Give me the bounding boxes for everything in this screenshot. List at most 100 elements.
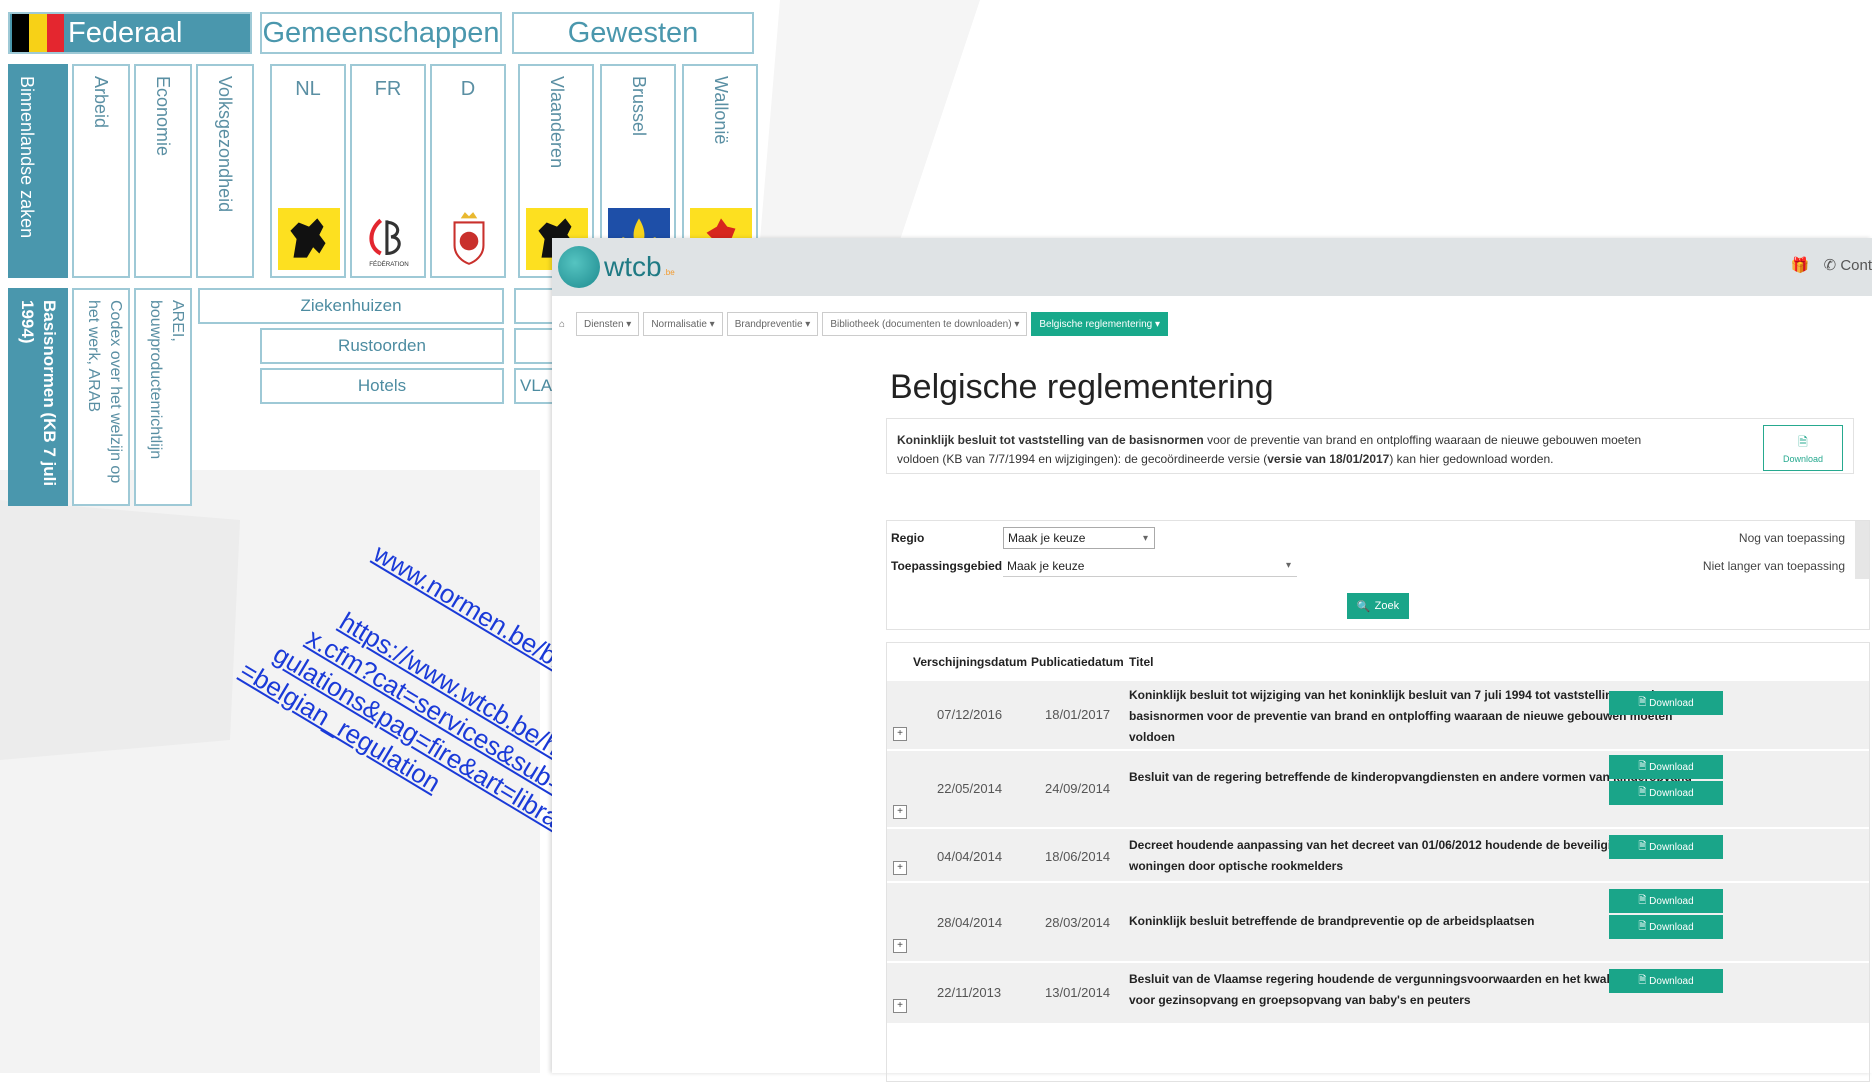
- header-publicatiedatum[interactable]: Publicatiedatum: [1031, 655, 1124, 669]
- contact-label: Cont: [1840, 257, 1872, 274]
- download-button[interactable]: 🗎 Download: [1609, 781, 1723, 805]
- intro-bold: Koninklijk besluit tot vaststelling van …: [897, 433, 1204, 447]
- gemeenschappen-header: Gemeenschappen: [260, 12, 502, 54]
- d-label: D: [460, 78, 476, 100]
- intro-download-label: Download: [1782, 453, 1824, 464]
- table-row: + 22/11/2013 13/01/2014 Besluit van de V…: [887, 961, 1869, 1023]
- header-titel[interactable]: Titel: [1129, 655, 1153, 669]
- download-button[interactable]: 🗎 Download: [1609, 969, 1723, 993]
- wtcb-logo[interactable]: wtcb .be: [558, 246, 675, 288]
- intro-box: Koninklijk besluit tot vaststelling van …: [886, 418, 1854, 474]
- row-verschijningsdatum: 07/12/2016: [937, 707, 1003, 722]
- codex-column: Codex over het welzijn op het werk, ARAB: [72, 288, 130, 506]
- brussel-label: Brussel: [629, 76, 649, 137]
- vlaanderen-label: Vlaanderen: [547, 76, 567, 169]
- download-button[interactable]: 🗎 Download: [1609, 691, 1723, 715]
- binnenlandse-zaken-label: Binnenlandse zaken: [17, 76, 37, 239]
- table-row: + 28/04/2014 28/03/2014 Koninklijk beslu…: [887, 881, 1869, 961]
- basisnormen-column: Basisnormen (KB 7 juli 1994): [8, 288, 68, 506]
- belgian-flag-icon: [12, 14, 64, 52]
- intro-end: ) kan hier gedownload worden.: [1389, 452, 1554, 466]
- download-label: Download: [1649, 761, 1694, 773]
- contact-link[interactable]: ✆ Cont: [1824, 256, 1872, 274]
- row-verschijningsdatum: 22/11/2013: [937, 985, 1002, 1000]
- wallonie-label: Wallonië: [711, 76, 731, 145]
- economie-column: Economie: [134, 64, 192, 278]
- wtcb-navbar: ⌂ Diensten ▾ Normalisatie ▾ Brandprevent…: [552, 308, 1872, 340]
- nav-brandpreventie[interactable]: Brandpreventie ▾: [726, 312, 819, 336]
- row-publicatiedatum: 18/01/2017: [1045, 707, 1111, 722]
- row-verschijningsdatum: 04/04/2014: [937, 849, 1003, 864]
- phone-icon: ✆: [1823, 257, 1837, 274]
- flemish-lion-icon: [278, 208, 340, 270]
- economie-label: Economie: [153, 76, 173, 157]
- fr-column: FR FÉDÉRATION: [350, 64, 426, 278]
- download-label: Download: [1649, 787, 1694, 799]
- intro-version: versie van 18/01/2017: [1267, 452, 1390, 466]
- regio-select[interactable]: Maak je keuze ▾: [1003, 527, 1155, 549]
- toepassingsgebied-select-value: Maak je keuze: [1007, 558, 1085, 573]
- file-icon: 🗎: [1638, 840, 1650, 852]
- search-icon: 🔍: [1356, 600, 1371, 613]
- nav-belgische-reglementering[interactable]: Belgische reglementering ▾: [1031, 312, 1168, 336]
- gift-icon[interactable]: 🎁: [1791, 256, 1810, 274]
- download-label: Download: [1649, 895, 1694, 907]
- nav-diensten[interactable]: Diensten ▾: [576, 312, 640, 336]
- svg-text:FÉDÉRATION: FÉDÉRATION: [369, 261, 408, 268]
- basisnormen-label: Basisnormen (KB 7 juli 1994): [18, 300, 59, 487]
- table-row: + 22/05/2014 24/09/2014 Besluit van de r…: [887, 749, 1869, 827]
- gewesten-header: Gewesten: [512, 12, 754, 54]
- chevron-down-icon: ▾: [1142, 532, 1148, 544]
- arbeid-label: Arbeid: [91, 76, 111, 129]
- download-label: Download: [1649, 841, 1694, 853]
- row-publicatiedatum: 13/01/2014: [1045, 985, 1111, 1000]
- gewesten-label: Gewesten: [567, 16, 699, 49]
- arei-label: AREI, bouwproductenrichtlijn: [147, 300, 186, 460]
- expand-icon[interactable]: +: [893, 727, 907, 741]
- expand-icon[interactable]: +: [893, 939, 907, 953]
- download-label: Download: [1649, 697, 1694, 709]
- arbeid-column: Arbeid: [72, 64, 130, 278]
- zoek-button[interactable]: 🔍 Zoek: [1347, 593, 1409, 619]
- intro-download-button[interactable]: 🗎 Download: [1763, 425, 1843, 471]
- regio-label: Regio: [891, 531, 925, 545]
- niet-langer-van-toepassing-option[interactable]: Niet langer van toepassing: [1703, 559, 1845, 573]
- rustoorden-row: Rustoorden: [260, 328, 504, 364]
- download-button[interactable]: 🗎 Download: [1609, 915, 1723, 939]
- expand-icon[interactable]: +: [893, 805, 907, 819]
- toepassingsgebied-label: Toepassingsgebied: [891, 559, 1003, 573]
- row-verschijningsdatum: 28/04/2014: [937, 915, 1003, 930]
- header-verschijningsdatum[interactable]: Verschijningsdatum: [913, 655, 1027, 669]
- fr-label: FR: [374, 78, 402, 100]
- row-publicatiedatum: 18/06/2014: [1045, 849, 1111, 864]
- filter-scrollbar[interactable]: [1855, 521, 1869, 579]
- toepassingsgebied-select[interactable]: Maak je keuze ▾: [1003, 555, 1297, 577]
- wtcb-webpage: wtcb .be 🎁 ✆ Cont ⌂ Diensten ▾ Normalisa…: [552, 238, 1872, 1082]
- codex-label: Codex over het welzijn op het werk, ARAB: [85, 300, 124, 484]
- filter-panel: Regio Maak je keuze ▾ Toepassingsgebied …: [886, 520, 1870, 630]
- wtcb-topbar: wtcb .be 🎁 ✆ Cont: [552, 238, 1872, 296]
- file-icon: 🗎: [1638, 894, 1650, 906]
- file-icon: 🗎: [1638, 760, 1650, 772]
- nog-van-toepassing-option[interactable]: Nog van toepassing: [1739, 531, 1845, 545]
- download-label: Download: [1649, 975, 1694, 987]
- binnenlandse-zaken-column: Binnenlandse zaken: [8, 64, 68, 278]
- row-publicatiedatum: 24/09/2014: [1045, 781, 1111, 796]
- ziekenhuizen-label: Ziekenhuizen: [300, 296, 402, 315]
- gemeenschappen-label: Gemeenschappen: [262, 16, 500, 49]
- download-button[interactable]: 🗎 Download: [1609, 835, 1723, 859]
- expand-icon[interactable]: +: [893, 999, 907, 1013]
- download-button[interactable]: 🗎 Download: [1609, 755, 1723, 779]
- regio-select-value: Maak je keuze: [1008, 531, 1086, 545]
- nav-bibliotheek[interactable]: Bibliotheek (documenten te downloaden) ▾: [822, 312, 1028, 336]
- federation-wallonie-bruxelles-logo-icon: FÉDÉRATION: [358, 208, 420, 270]
- nav-normalisatie[interactable]: Normalisatie ▾: [643, 312, 723, 336]
- d-column: D: [430, 64, 506, 278]
- home-icon[interactable]: ⌂: [552, 313, 573, 335]
- volksgezondheid-label: Volksgezondheid: [215, 76, 235, 213]
- wtcb-logo-suffix: .be: [663, 267, 675, 277]
- download-button[interactable]: 🗎 Download: [1609, 889, 1723, 913]
- file-icon: 🗎: [1798, 434, 1808, 449]
- expand-icon[interactable]: +: [893, 861, 907, 875]
- wtcb-logo-icon: [558, 246, 600, 288]
